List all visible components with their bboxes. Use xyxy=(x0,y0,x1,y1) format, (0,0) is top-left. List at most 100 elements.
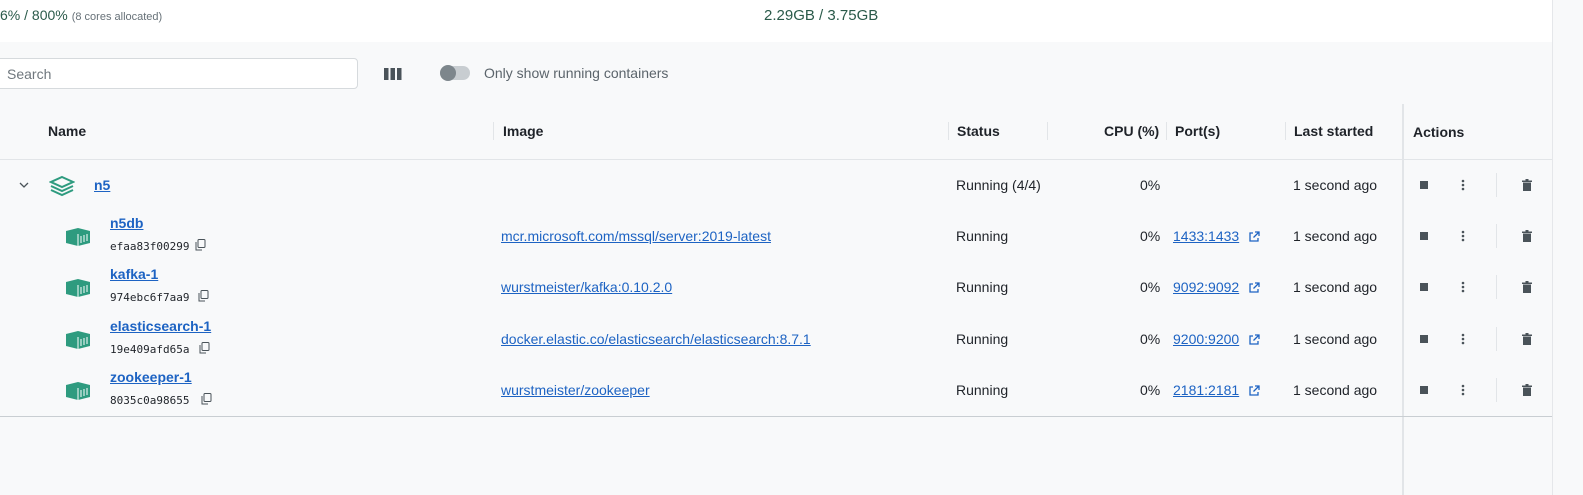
container-row[interactable]: kafka-1 974ebc6f7aa9 wurstmeister/kafka:… xyxy=(0,261,1552,312)
kebab-menu-icon xyxy=(1461,333,1465,345)
column-view-button[interactable] xyxy=(383,66,403,82)
group-last-started: 1 second ago xyxy=(1293,177,1378,193)
trash-icon xyxy=(1522,333,1532,345)
container-icon xyxy=(66,228,90,246)
copy-icon[interactable] xyxy=(201,393,212,405)
image-link[interactable]: wurstmeister/kafka:0.10.2.0 xyxy=(501,279,672,295)
stop-button[interactable] xyxy=(1412,224,1436,248)
trash-icon xyxy=(1522,384,1532,396)
container-last-started: 1 second ago xyxy=(1293,331,1378,347)
container-status: Running xyxy=(956,228,1009,244)
column-divider[interactable] xyxy=(1166,122,1167,140)
expand-toggle[interactable] xyxy=(12,173,36,197)
scrollbar-track[interactable] xyxy=(1552,0,1583,495)
copy-icon[interactable] xyxy=(199,342,210,354)
action-divider xyxy=(1496,173,1497,197)
memory-usage-value: 2.29GB / 3.75GB xyxy=(764,7,879,24)
container-name-link[interactable]: elasticsearch-1 xyxy=(110,318,211,334)
delete-button[interactable] xyxy=(1515,224,1539,248)
container-icon xyxy=(66,382,90,400)
container-name-link[interactable]: kafka-1 xyxy=(110,266,158,282)
actions-column-divider xyxy=(1402,104,1404,495)
container-cpu: 0% xyxy=(1140,331,1161,347)
cpu-cores-note: (8 cores allocated) xyxy=(71,11,163,23)
container-id: 8035c0a98655 xyxy=(110,394,190,407)
more-options-button[interactable] xyxy=(1451,275,1475,299)
stop-button[interactable] xyxy=(1412,327,1436,351)
group-name-link[interactable]: n5 xyxy=(94,177,110,193)
container-status: Running xyxy=(956,331,1009,347)
column-header-image[interactable]: Image xyxy=(503,123,543,139)
delete-button[interactable] xyxy=(1515,173,1539,197)
container-row[interactable]: elasticsearch-1 19e409afd65a docker.elas… xyxy=(0,312,1552,363)
container-id: 19e409afd65a xyxy=(110,343,190,356)
column-header-cpu[interactable]: CPU (%) xyxy=(1104,123,1159,139)
more-options-button[interactable] xyxy=(1451,224,1475,248)
delete-button[interactable] xyxy=(1515,275,1539,299)
external-link-icon[interactable] xyxy=(1248,282,1260,294)
table-header: Name Image Status CPU (%) Port(s) Last s… xyxy=(0,104,1552,160)
search-input[interactable] xyxy=(0,59,357,88)
cpu-usage-stat: 6% / 800% (8 cores allocated) xyxy=(0,7,162,23)
compose-group-row[interactable]: n5 Running (4/4) 0% 1 second ago xyxy=(0,160,1552,210)
stop-icon xyxy=(1420,181,1428,189)
column-header-name[interactable]: Name xyxy=(48,123,86,139)
running-only-toggle[interactable] xyxy=(440,65,470,81)
column-header-last-started[interactable]: Last started xyxy=(1294,123,1373,139)
group-status: Running (4/4) xyxy=(956,177,1041,193)
image-link[interactable]: mcr.microsoft.com/mssql/server:2019-late… xyxy=(501,228,771,244)
image-link[interactable]: docker.elastic.co/elasticsearch/elastics… xyxy=(501,331,811,347)
table-bottom-border xyxy=(0,416,1552,417)
container-last-started: 1 second ago xyxy=(1293,228,1378,244)
stop-button[interactable] xyxy=(1412,275,1436,299)
stop-button[interactable] xyxy=(1412,378,1436,402)
group-cpu: 0% xyxy=(1140,177,1161,193)
container-last-started: 1 second ago xyxy=(1293,279,1378,295)
column-header-ports[interactable]: Port(s) xyxy=(1175,123,1220,139)
port-link[interactable]: 1433:1433 xyxy=(1173,228,1239,244)
container-row[interactable]: n5db efaa83f00299 mcr.microsoft.com/mssq… xyxy=(0,210,1552,261)
container-icon xyxy=(66,279,90,297)
copy-icon[interactable] xyxy=(198,290,209,302)
column-header-status[interactable]: Status xyxy=(957,123,1000,139)
container-row[interactable]: zookeeper-1 8035c0a98655 wurstmeister/zo… xyxy=(0,363,1552,414)
containers-table: Name Image Status CPU (%) Port(s) Last s… xyxy=(0,104,1552,417)
trash-icon xyxy=(1522,230,1532,242)
more-options-button[interactable] xyxy=(1451,327,1475,351)
container-name-link[interactable]: zookeeper-1 xyxy=(110,369,192,385)
column-divider[interactable] xyxy=(948,122,949,140)
stack-icon xyxy=(49,175,75,197)
action-divider xyxy=(1496,378,1497,402)
container-name-link[interactable]: n5db xyxy=(110,215,143,231)
search-field[interactable] xyxy=(0,58,358,89)
more-options-button[interactable] xyxy=(1451,173,1475,197)
action-divider xyxy=(1496,275,1497,299)
external-link-icon[interactable] xyxy=(1248,231,1260,243)
port-link[interactable]: 9092:9092 xyxy=(1173,279,1239,295)
delete-button[interactable] xyxy=(1515,378,1539,402)
kebab-menu-icon xyxy=(1461,230,1465,242)
external-link-icon[interactable] xyxy=(1248,334,1260,346)
stop-icon xyxy=(1420,283,1428,291)
stop-icon xyxy=(1420,335,1428,343)
port-link[interactable]: 2181:2181 xyxy=(1173,382,1239,398)
external-link-icon[interactable] xyxy=(1248,385,1260,397)
port-link[interactable]: 9200:9200 xyxy=(1173,331,1239,347)
columns-icon xyxy=(384,68,402,80)
more-options-button[interactable] xyxy=(1451,378,1475,402)
copy-icon[interactable] xyxy=(195,239,206,251)
container-cpu: 0% xyxy=(1140,279,1161,295)
toggle-knob xyxy=(440,65,456,81)
delete-button[interactable] xyxy=(1515,327,1539,351)
trash-icon xyxy=(1522,179,1532,191)
container-cpu: 0% xyxy=(1140,382,1161,398)
trash-icon xyxy=(1522,281,1532,293)
stop-button[interactable] xyxy=(1412,173,1436,197)
image-link[interactable]: wurstmeister/zookeeper xyxy=(501,382,650,398)
column-divider[interactable] xyxy=(1047,122,1048,140)
column-divider[interactable] xyxy=(493,122,494,140)
container-last-started: 1 second ago xyxy=(1293,382,1378,398)
column-divider[interactable] xyxy=(1285,122,1286,140)
container-icon xyxy=(66,331,90,349)
container-cpu: 0% xyxy=(1140,228,1161,244)
